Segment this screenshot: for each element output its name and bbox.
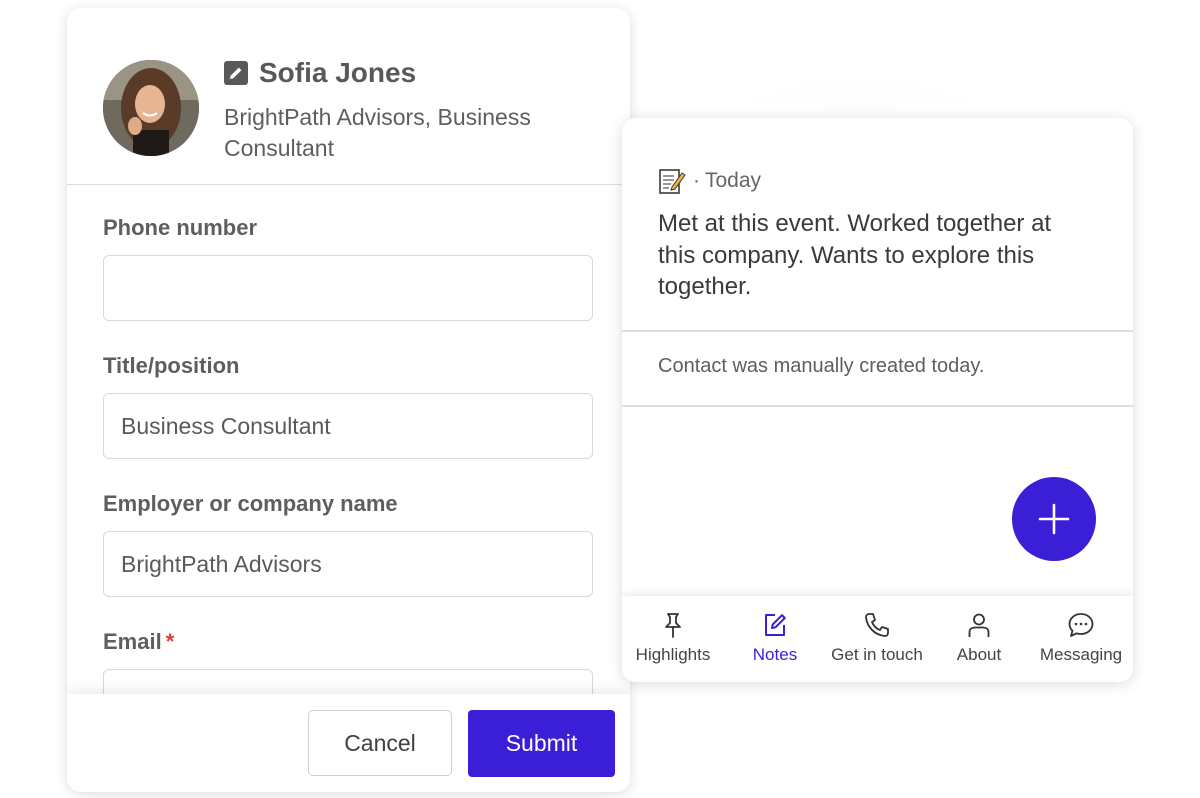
divider [622,330,1133,332]
tab-label: About [956,645,1002,664]
phone-icon [863,611,891,639]
title-label: Title/position [103,353,240,378]
chat-bubble-icon [1067,611,1095,639]
phone-field[interactable] [103,255,593,321]
tab-label: Highlights [635,645,711,664]
contact-name: Sofia Jones [259,57,417,88]
contact-edit-form: Sofia Jones BrightPath Advisors, Busines… [67,8,630,792]
title-field[interactable] [103,393,593,459]
edit-icon[interactable] [224,61,248,85]
avatar [103,60,199,156]
submit-button[interactable]: Submit [468,710,615,777]
email-label: Email * [103,629,174,655]
note-date: Today [705,169,762,192]
memo-icon [658,167,686,195]
bottom-tab-bar: Highlights Notes Get in touch About Mess… [622,596,1133,682]
divider [622,405,1133,407]
contact-header: Sofia Jones BrightPath Advisors, Busines… [67,8,630,185]
tab-about[interactable]: About [928,596,1030,682]
edit-note-icon [761,611,789,639]
employer-field[interactable] [103,531,593,597]
tab-notes[interactable]: Notes [724,596,826,682]
email-label-text: Email [103,629,162,654]
person-icon [965,611,993,639]
tab-label: Get in touch [831,645,923,664]
note-header: · Today [658,166,761,196]
employer-label: Employer or company name [103,491,398,516]
plus-icon [1012,503,1096,564]
phone-label: Phone number [103,215,258,240]
tab-highlights[interactable]: Highlights [622,596,724,682]
cancel-button[interactable]: Cancel [308,710,452,776]
activity-text: Contact was manually created today. [658,355,985,377]
note-separator: · [693,169,700,192]
notes-panel: · Today Met at this event. Worked togeth… [622,118,1133,682]
pin-icon [659,611,687,639]
contact-company: BrightPath Advisors, Business Consultant [224,104,531,161]
required-marker: * [165,629,175,654]
note-text: Met at this event. Worked together at th… [658,210,1052,300]
form-footer: Cancel Submit [67,694,630,792]
tab-messaging[interactable]: Messaging [1030,596,1132,682]
tab-label: Messaging [1039,645,1123,664]
tab-get-in-touch[interactable]: Get in touch [826,596,928,682]
tab-label: Notes [752,645,798,664]
add-note-button[interactable] [1012,477,1096,561]
